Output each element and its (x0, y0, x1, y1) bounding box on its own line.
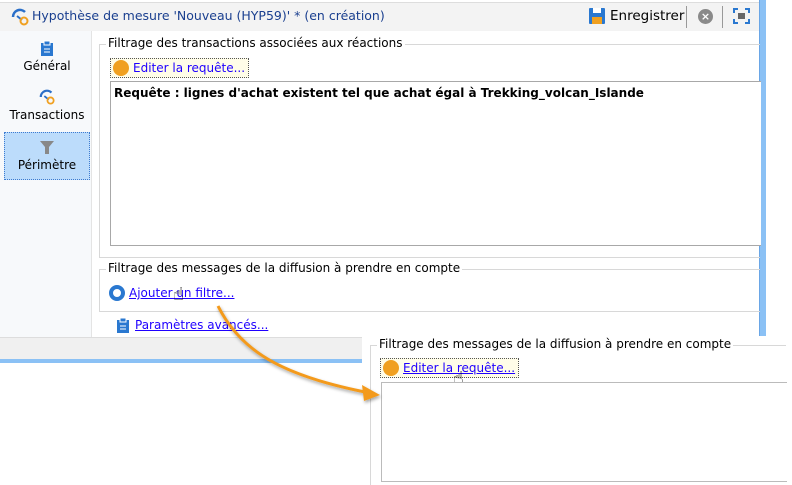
hand-cursor-icon: ☝ (173, 284, 184, 305)
clipboard-icon (41, 40, 53, 56)
messages-filter-group: Filtrage des messages de la diffusion à … (99, 261, 760, 312)
query-icon (113, 60, 129, 76)
query-icon (383, 360, 399, 376)
query-text: Requête : lignes d'achat existent tel qu… (114, 86, 644, 100)
edit-query-button[interactable]: Editer la requête... (380, 358, 520, 378)
sidebar-item-label: Général (23, 59, 71, 73)
edit-query-link[interactable]: Editer la requête... (133, 61, 245, 75)
hypothesis-icon (11, 8, 29, 26)
group-title: Filtrage des messages de la diffusion à … (377, 337, 734, 351)
edit-query-button[interactable]: Editer la requête... (110, 58, 250, 78)
divider (722, 6, 723, 28)
query-textarea[interactable] (381, 382, 787, 482)
group-title: Filtrage des messages de la diffusion à … (106, 261, 463, 275)
group-title: Filtrage des transactions associées aux … (106, 36, 405, 50)
window-title: Hypothèse de mesure 'Nouveau (HYP59)' * … (32, 8, 385, 23)
sidebar-item-transactions[interactable]: Transactions (4, 83, 90, 131)
window-border (0, 359, 362, 363)
sidebar: Général Transactions Périmètre (0, 31, 92, 337)
funnel-icon (40, 141, 54, 154)
add-filter-icon (109, 285, 125, 301)
divider (686, 6, 687, 28)
sidebar-item-label: Transactions (9, 108, 85, 122)
save-button[interactable]: Enregistrer (588, 5, 684, 27)
close-icon[interactable]: × (698, 9, 713, 24)
save-label: Enregistrer (610, 8, 685, 24)
messages-filter-group-detail: Filtrage des messages de la diffusion à … (370, 337, 787, 485)
query-textarea[interactable]: Requête : lignes d'achat existent tel qu… (110, 81, 761, 246)
hypothesis-icon (39, 89, 55, 105)
maximize-icon[interactable] (733, 8, 750, 24)
advanced-settings-button[interactable]: Paramètres avancés... (116, 317, 268, 333)
status-strip (0, 337, 362, 359)
advanced-settings-link[interactable]: Paramètres avancés... (135, 318, 268, 332)
sidebar-item-perimetre[interactable]: Périmètre (4, 132, 90, 180)
clipboard-icon (117, 317, 129, 333)
sidebar-item-general[interactable]: Général (4, 34, 90, 82)
sidebar-item-label: Périmètre (17, 158, 77, 172)
zoomed-detail-panel: Filtrage des messages de la diffusion à … (362, 336, 792, 485)
save-icon (589, 8, 605, 24)
add-filter-button[interactable]: Ajouter un filtre... (109, 285, 234, 301)
transactions-filter-group: Filtrage des transactions associées aux … (99, 36, 761, 258)
